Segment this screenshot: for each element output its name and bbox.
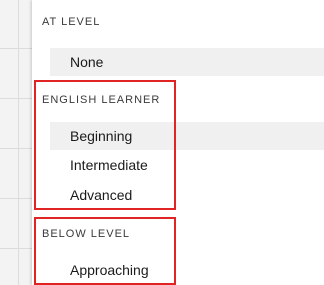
- table-column-divider: [18, 0, 19, 285]
- group-header-below-level: BELOW LEVEL: [42, 228, 131, 240]
- option-none[interactable]: None: [70, 54, 103, 70]
- grouped-select-menu[interactable]: AT LEVEL None ENGLISH LEARNER Beginning …: [32, 0, 324, 285]
- group-header-at-level: AT LEVEL: [42, 16, 101, 28]
- option-intermediate[interactable]: Intermediate: [70, 157, 148, 173]
- option-advanced[interactable]: Advanced: [70, 187, 132, 203]
- option-beginning[interactable]: Beginning: [70, 128, 132, 144]
- group-header-english-learner: ENGLISH LEARNER: [42, 94, 161, 106]
- option-approaching[interactable]: Approaching: [70, 262, 149, 278]
